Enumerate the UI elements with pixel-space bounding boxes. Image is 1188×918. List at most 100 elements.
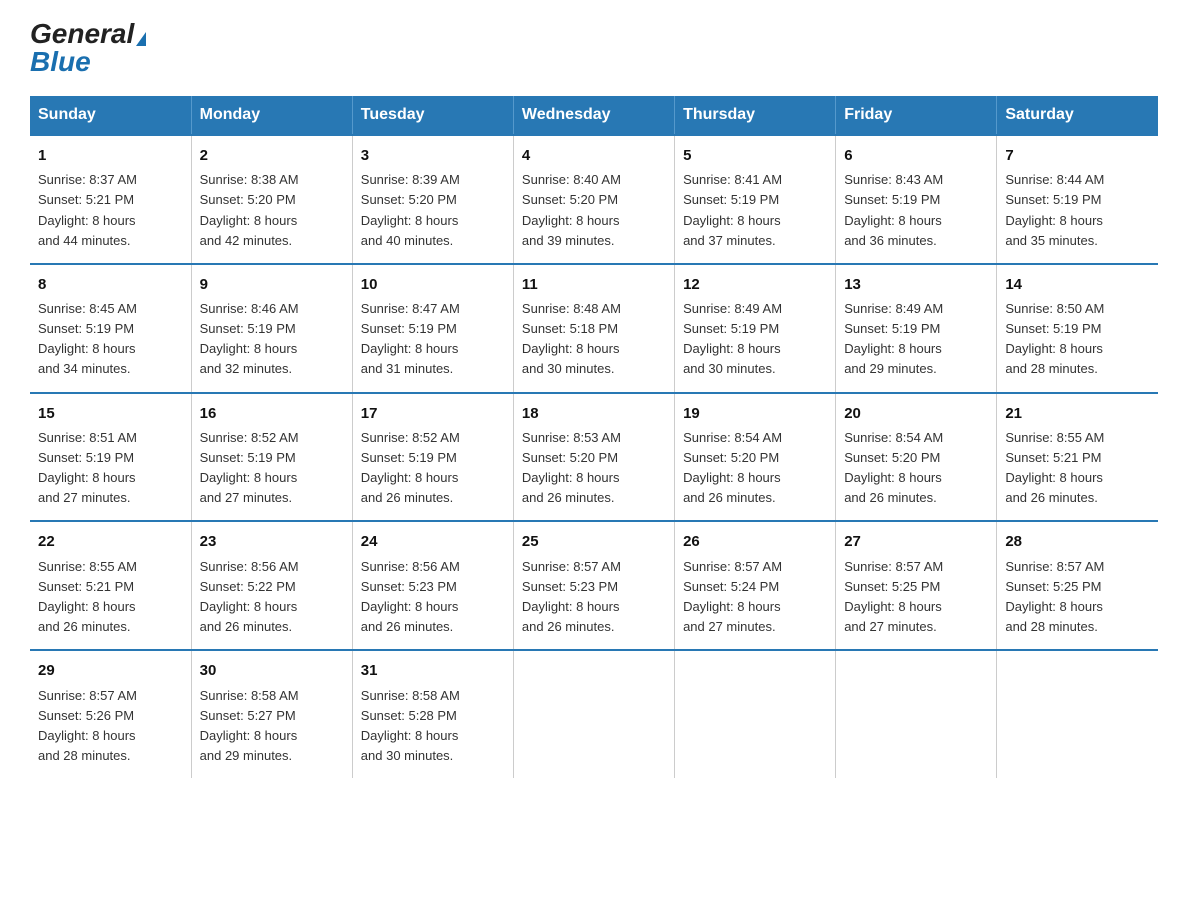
day-number: 6 xyxy=(844,144,988,167)
day-number: 21 xyxy=(1005,402,1150,425)
weekday-header-sunday: Sunday xyxy=(30,96,191,135)
day-number: 31 xyxy=(361,659,505,682)
day-number: 24 xyxy=(361,530,505,553)
calendar-cell xyxy=(513,650,674,778)
day-info: Sunrise: 8:37 AM Sunset: 5:21 PM Dayligh… xyxy=(38,170,183,251)
calendar-week-row: 29 Sunrise: 8:57 AM Sunset: 5:26 PM Dayli… xyxy=(30,650,1158,778)
calendar-cell: 25 Sunrise: 8:57 AM Sunset: 5:23 PM Dayli… xyxy=(513,521,674,650)
day-number: 13 xyxy=(844,273,988,296)
day-number: 27 xyxy=(844,530,988,553)
day-number: 9 xyxy=(200,273,344,296)
calendar-week-row: 22 Sunrise: 8:55 AM Sunset: 5:21 PM Dayli… xyxy=(30,521,1158,650)
day-info: Sunrise: 8:54 AM Sunset: 5:20 PM Dayligh… xyxy=(844,428,988,509)
calendar-cell: 7Sunrise: 8:44 AM Sunset: 5:19 PM Daylig… xyxy=(997,135,1158,264)
calendar-cell: 4Sunrise: 8:40 AM Sunset: 5:20 PM Daylig… xyxy=(513,135,674,264)
calendar-cell: 10 Sunrise: 8:47 AM Sunset: 5:19 PM Dayli… xyxy=(352,264,513,393)
calendar-cell: 13 Sunrise: 8:49 AM Sunset: 5:19 PM Dayli… xyxy=(836,264,997,393)
calendar-cell: 19Sunrise: 8:54 AM Sunset: 5:20 PM Dayli… xyxy=(675,393,836,522)
day-info: Sunrise: 8:45 AM Sunset: 5:19 PM Dayligh… xyxy=(38,299,183,380)
weekday-header-wednesday: Wednesday xyxy=(513,96,674,135)
calendar-cell: 27 Sunrise: 8:57 AM Sunset: 5:25 PM Dayli… xyxy=(836,521,997,650)
day-info: Sunrise: 8:55 AM Sunset: 5:21 PM Dayligh… xyxy=(38,557,183,638)
day-info: Sunrise: 8:50 AM Sunset: 5:19 PM Dayligh… xyxy=(1005,299,1150,380)
day-info: Sunrise: 8:55 AM Sunset: 5:21 PM Dayligh… xyxy=(1005,428,1150,509)
logo-general-text: General xyxy=(30,18,134,49)
calendar-cell: 9 Sunrise: 8:46 AM Sunset: 5:19 PM Daylig… xyxy=(191,264,352,393)
day-number: 15 xyxy=(38,402,183,425)
calendar-cell xyxy=(675,650,836,778)
day-number: 22 xyxy=(38,530,183,553)
day-number: 29 xyxy=(38,659,183,682)
day-info: Sunrise: 8:57 AM Sunset: 5:26 PM Dayligh… xyxy=(38,686,183,767)
weekday-header-friday: Friday xyxy=(836,96,997,135)
calendar-cell: 5 Sunrise: 8:41 AM Sunset: 5:19 PM Daylig… xyxy=(675,135,836,264)
day-number: 5 xyxy=(683,144,827,167)
day-number: 14 xyxy=(1005,273,1150,296)
calendar-week-row: 15Sunrise: 8:51 AM Sunset: 5:19 PM Dayli… xyxy=(30,393,1158,522)
day-number: 25 xyxy=(522,530,666,553)
day-info: Sunrise: 8:53 AM Sunset: 5:20 PM Dayligh… xyxy=(522,428,666,509)
day-info: Sunrise: 8:57 AM Sunset: 5:24 PM Dayligh… xyxy=(683,557,827,638)
calendar-cell: 12 Sunrise: 8:49 AM Sunset: 5:19 PM Dayli… xyxy=(675,264,836,393)
day-info: Sunrise: 8:56 AM Sunset: 5:22 PM Dayligh… xyxy=(200,557,344,638)
logo-line2: Blue xyxy=(30,48,146,76)
calendar-cell: 11 Sunrise: 8:48 AM Sunset: 5:18 PM Dayli… xyxy=(513,264,674,393)
day-info: Sunrise: 8:46 AM Sunset: 5:19 PM Dayligh… xyxy=(200,299,344,380)
day-info: Sunrise: 8:49 AM Sunset: 5:19 PM Dayligh… xyxy=(683,299,827,380)
logo: General Blue xyxy=(30,20,146,76)
day-info: Sunrise: 8:39 AM Sunset: 5:20 PM Dayligh… xyxy=(361,170,505,251)
calendar-cell xyxy=(997,650,1158,778)
logo-triangle-icon xyxy=(136,32,146,46)
day-info: Sunrise: 8:58 AM Sunset: 5:28 PM Dayligh… xyxy=(361,686,505,767)
calendar-cell: 28Sunrise: 8:57 AM Sunset: 5:25 PM Dayli… xyxy=(997,521,1158,650)
day-info: Sunrise: 8:48 AM Sunset: 5:18 PM Dayligh… xyxy=(522,299,666,380)
calendar-cell: 29 Sunrise: 8:57 AM Sunset: 5:26 PM Dayli… xyxy=(30,650,191,778)
day-info: Sunrise: 8:57 AM Sunset: 5:25 PM Dayligh… xyxy=(844,557,988,638)
day-number: 19 xyxy=(683,402,827,425)
calendar-header-row: SundayMondayTuesdayWednesdayThursdayFrid… xyxy=(30,96,1158,135)
weekday-header-tuesday: Tuesday xyxy=(352,96,513,135)
calendar-cell: 1 Sunrise: 8:37 AM Sunset: 5:21 PM Daylig… xyxy=(30,135,191,264)
calendar-cell: 3 Sunrise: 8:39 AM Sunset: 5:20 PM Daylig… xyxy=(352,135,513,264)
calendar-cell: 30 Sunrise: 8:58 AM Sunset: 5:27 PM Dayli… xyxy=(191,650,352,778)
page-header: General Blue xyxy=(30,20,1158,76)
day-number: 10 xyxy=(361,273,505,296)
day-number: 16 xyxy=(200,402,344,425)
day-number: 12 xyxy=(683,273,827,296)
calendar-cell: 31 Sunrise: 8:58 AM Sunset: 5:28 PM Dayli… xyxy=(352,650,513,778)
day-info: Sunrise: 8:47 AM Sunset: 5:19 PM Dayligh… xyxy=(361,299,505,380)
day-number: 28 xyxy=(1005,530,1150,553)
day-info: Sunrise: 8:57 AM Sunset: 5:23 PM Dayligh… xyxy=(522,557,666,638)
day-info: Sunrise: 8:52 AM Sunset: 5:19 PM Dayligh… xyxy=(200,428,344,509)
calendar-cell: 21 Sunrise: 8:55 AM Sunset: 5:21 PM Dayli… xyxy=(997,393,1158,522)
day-info: Sunrise: 8:49 AM Sunset: 5:19 PM Dayligh… xyxy=(844,299,988,380)
day-info: Sunrise: 8:41 AM Sunset: 5:19 PM Dayligh… xyxy=(683,170,827,251)
day-number: 23 xyxy=(200,530,344,553)
day-info: Sunrise: 8:58 AM Sunset: 5:27 PM Dayligh… xyxy=(200,686,344,767)
calendar-cell: 6Sunrise: 8:43 AM Sunset: 5:19 PM Daylig… xyxy=(836,135,997,264)
calendar-cell: 23 Sunrise: 8:56 AM Sunset: 5:22 PM Dayli… xyxy=(191,521,352,650)
day-number: 8 xyxy=(38,273,183,296)
weekday-header-thursday: Thursday xyxy=(675,96,836,135)
calendar-cell: 22 Sunrise: 8:55 AM Sunset: 5:21 PM Dayli… xyxy=(30,521,191,650)
calendar-table: SundayMondayTuesdayWednesdayThursdayFrid… xyxy=(30,96,1158,778)
day-number: 30 xyxy=(200,659,344,682)
day-number: 20 xyxy=(844,402,988,425)
logo-line1: General xyxy=(30,20,146,48)
day-number: 4 xyxy=(522,144,666,167)
weekday-header-saturday: Saturday xyxy=(997,96,1158,135)
calendar-cell: 20 Sunrise: 8:54 AM Sunset: 5:20 PM Dayli… xyxy=(836,393,997,522)
calendar-cell: 17Sunrise: 8:52 AM Sunset: 5:19 PM Dayli… xyxy=(352,393,513,522)
calendar-cell: 26Sunrise: 8:57 AM Sunset: 5:24 PM Dayli… xyxy=(675,521,836,650)
calendar-week-row: 8 Sunrise: 8:45 AM Sunset: 5:19 PM Daylig… xyxy=(30,264,1158,393)
logo-blue-text: Blue xyxy=(30,46,91,77)
calendar-cell xyxy=(836,650,997,778)
day-number: 3 xyxy=(361,144,505,167)
calendar-week-row: 1 Sunrise: 8:37 AM Sunset: 5:21 PM Daylig… xyxy=(30,135,1158,264)
calendar-cell: 16 Sunrise: 8:52 AM Sunset: 5:19 PM Dayli… xyxy=(191,393,352,522)
day-number: 11 xyxy=(522,273,666,296)
calendar-cell: 24Sunrise: 8:56 AM Sunset: 5:23 PM Dayli… xyxy=(352,521,513,650)
day-number: 7 xyxy=(1005,144,1150,167)
day-number: 1 xyxy=(38,144,183,167)
calendar-cell: 2Sunrise: 8:38 AM Sunset: 5:20 PM Daylig… xyxy=(191,135,352,264)
